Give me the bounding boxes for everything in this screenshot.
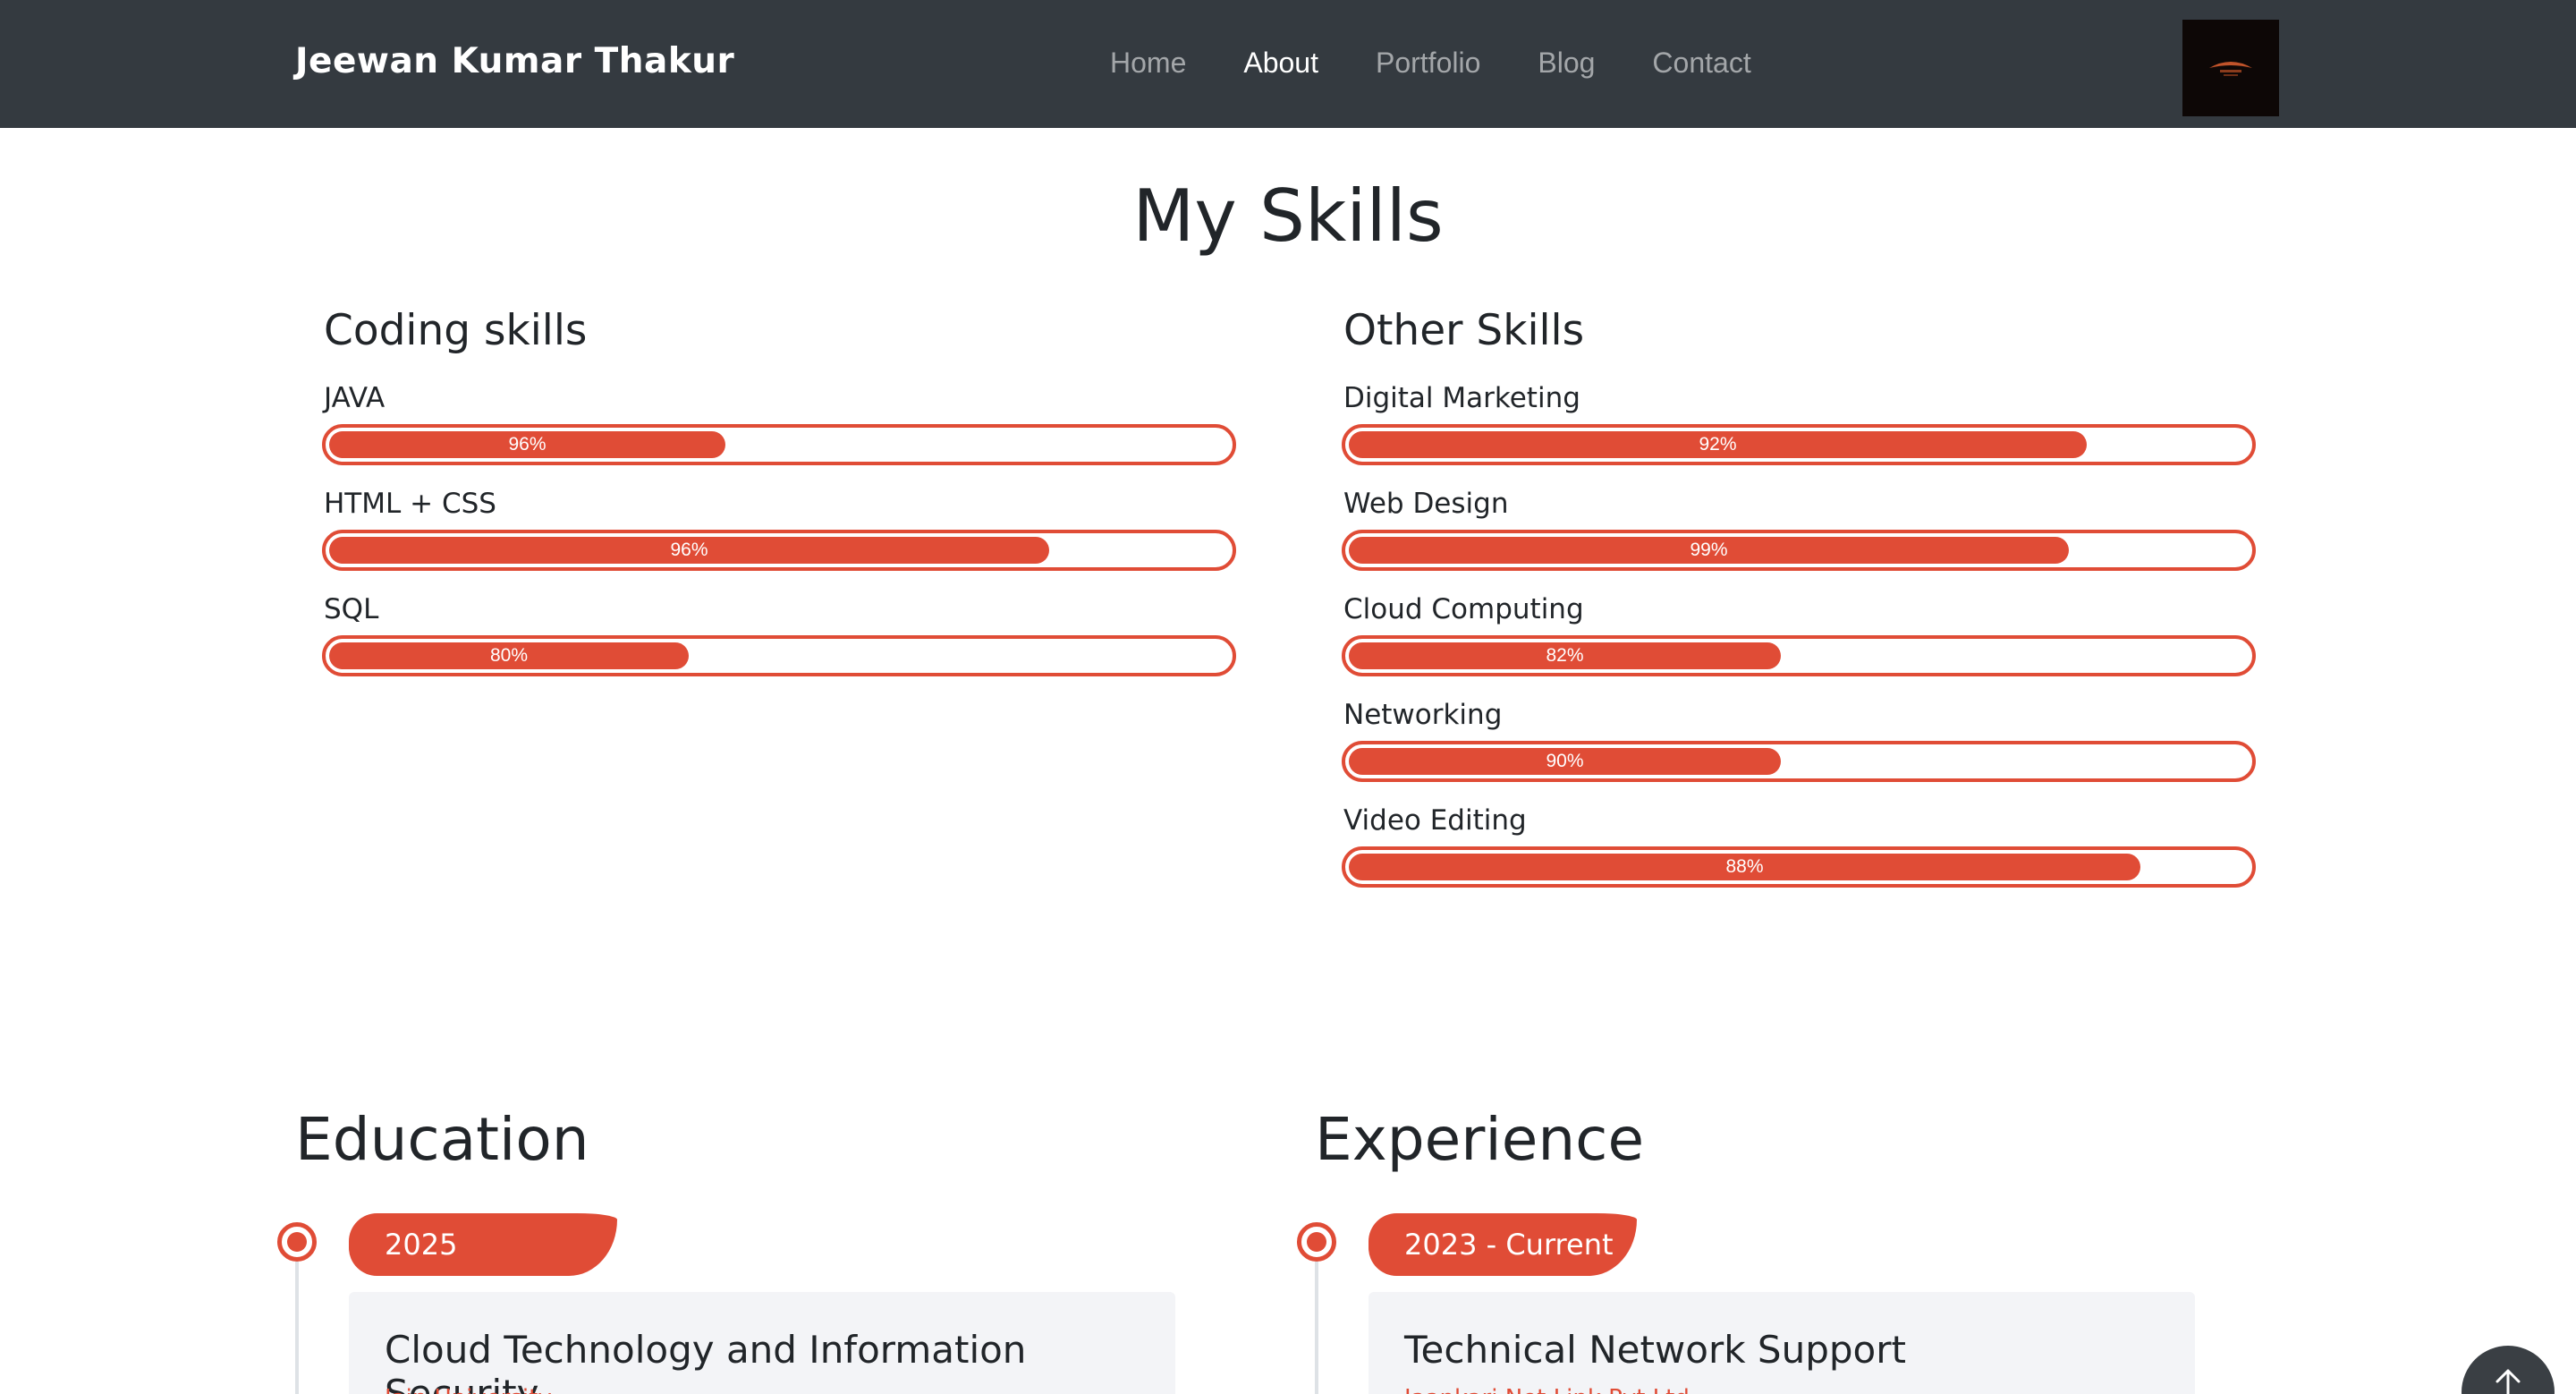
progress-label: 82% <box>1546 645 1584 666</box>
arrow-up-icon <box>2496 1369 2521 1394</box>
education-entry-subtitle: Jain University <box>385 1385 552 1394</box>
skill-name: Digital Marketing <box>1343 382 1580 414</box>
skill-item: Networking 90% <box>1342 698 2256 803</box>
nav-home[interactable]: Home <box>1110 47 1186 82</box>
progress-fill: 82% <box>1349 642 1781 669</box>
education-date-badge: 2025 <box>349 1213 617 1276</box>
progress-label: 96% <box>670 540 708 560</box>
skill-item: SQL 80% <box>322 592 1236 698</box>
skill-name: Video Editing <box>1343 804 1527 837</box>
progress-bar: 90% <box>1342 741 2256 782</box>
progress-fill: 88% <box>1349 854 2140 880</box>
education-title: Education <box>295 1105 589 1174</box>
progress-fill: 96% <box>329 431 725 458</box>
progress-label: 88% <box>1725 856 1764 877</box>
education-timeline-line <box>295 1262 299 1394</box>
progress-bar: 92% <box>1342 424 2256 465</box>
nav-blog[interactable]: Blog <box>1538 47 1595 82</box>
progress-label: 96% <box>508 434 547 455</box>
skill-name: HTML + CSS <box>324 488 496 520</box>
skill-name: Cloud Computing <box>1343 593 1584 625</box>
skill-name: Networking <box>1343 699 1503 731</box>
skill-item: JAVA 96% <box>322 381 1236 487</box>
progress-fill: 99% <box>1349 537 2069 564</box>
coding-skills-list: JAVA 96% HTML + CSS 96% SQL 80% <box>322 381 1236 698</box>
progress-label: 92% <box>1699 434 1737 455</box>
progress-fill: 80% <box>329 642 689 669</box>
progress-fill: 92% <box>1349 431 2087 458</box>
skill-name: SQL <box>324 593 379 625</box>
education-timeline-dot <box>277 1222 317 1262</box>
experience-timeline-dot <box>1297 1222 1336 1262</box>
education-card: Cloud Technology and Information Securit… <box>349 1292 1175 1394</box>
skill-item: Digital Marketing 92% <box>1342 381 2256 487</box>
other-skills-heading: Other Skills <box>1343 306 1585 355</box>
education-entry-title: Cloud Technology and Information Securit… <box>385 1328 1027 1394</box>
nav-contact[interactable]: Contact <box>1652 47 1750 82</box>
coding-skills-column: Coding skills JAVA 96% HTML + CSS 96% SQL 80% <box>322 302 1236 698</box>
progress-label: 80% <box>489 645 529 666</box>
progress-bar: 99% <box>1342 530 2256 571</box>
progress-label: 99% <box>1690 540 1728 560</box>
experience-date-badge: 2023 - Current <box>1368 1213 1637 1276</box>
skill-item: Cloud Computing 82% <box>1342 592 2256 698</box>
progress-bar: 80% <box>322 635 1236 676</box>
skill-name: Web Design <box>1343 488 1509 520</box>
progress-label: 90% <box>1546 751 1584 771</box>
other-skills-column: Other Skills Digital Marketing 92% Web Des… <box>1342 302 2256 909</box>
skill-item: Video Editing 88% <box>1342 803 2256 909</box>
progress-bar: 96% <box>322 530 1236 571</box>
progress-bar: 96% <box>322 424 1236 465</box>
experience-entry-title: Technical Network Support <box>1404 1328 1906 1372</box>
skills-title: My Skills <box>1132 174 1444 258</box>
progress-fill: 96% <box>329 537 1049 564</box>
experience-card: Technical Network Support Jaankari Net L… <box>1368 1292 2195 1394</box>
back-to-top-button[interactable] <box>2462 1346 2555 1394</box>
navbar: Jeewan Kumar Thakur Home About Portfolio… <box>0 0 2576 128</box>
nav-portfolio[interactable]: Portfolio <box>1376 47 1480 82</box>
skill-item: HTML + CSS 96% <box>322 487 1236 592</box>
brand-link[interactable]: Jeewan Kumar Thakur <box>295 41 734 81</box>
nav-links: Home About Portfolio Blog Contact <box>1110 47 1751 82</box>
experience-entry-subtitle: Jaankari Net Link Pvt Ltd <box>1404 1385 1690 1394</box>
progress-fill: 90% <box>1349 748 1781 775</box>
jeewan-logo-icon[interactable] <box>2182 20 2279 116</box>
progress-bar: 88% <box>1342 846 2256 888</box>
coding-skills-heading: Coding skills <box>324 306 588 355</box>
experience-title: Experience <box>1315 1105 1645 1174</box>
skill-name: JAVA <box>324 382 386 414</box>
experience-timeline-line <box>1315 1262 1318 1394</box>
nav-about[interactable]: About <box>1243 47 1318 82</box>
progress-bar: 82% <box>1342 635 2256 676</box>
other-skills-list: Digital Marketing 92% Web Design 99% Cloud C… <box>1342 381 2256 909</box>
skill-item: Web Design 99% <box>1342 487 2256 592</box>
